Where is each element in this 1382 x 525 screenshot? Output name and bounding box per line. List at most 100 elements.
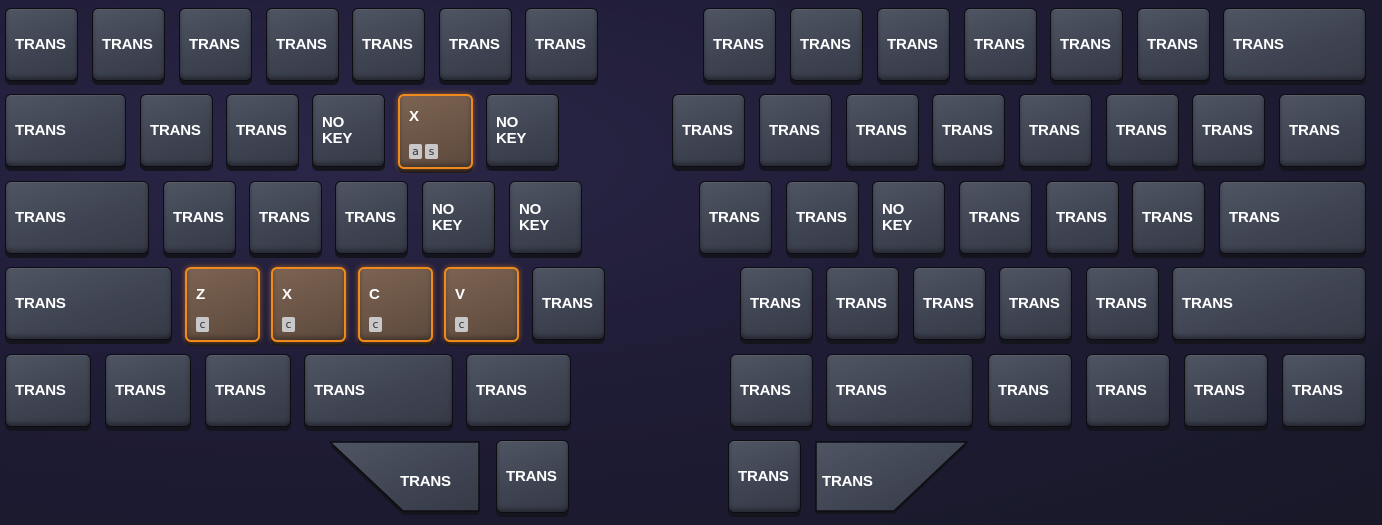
left-r5-key-1[interactable]: TRANS xyxy=(5,354,91,427)
left-r5-key-3[interactable]: TRANS xyxy=(205,354,291,427)
right-r2-key-4[interactable]: TRANS xyxy=(932,94,1005,167)
left-r1-key-1[interactable]: TRANS xyxy=(5,8,78,81)
right-r5-key-3[interactable]: TRANS xyxy=(988,354,1072,427)
right-r4-key-4[interactable]: TRANS xyxy=(999,267,1072,340)
left-r1-key-3[interactable]: TRANS xyxy=(179,8,252,81)
left-r1-key-2[interactable]: TRANS xyxy=(92,8,165,81)
key-label: TRANS xyxy=(1142,208,1193,226)
key-label: TRANS xyxy=(1096,381,1147,399)
right-r5-key-5[interactable]: TRANS xyxy=(1184,354,1268,427)
right-r1-key-2[interactable]: TRANS xyxy=(790,8,863,81)
left-r2-key-6[interactable]: NO KEY xyxy=(486,94,559,167)
right-r2-key-2[interactable]: TRANS xyxy=(759,94,832,167)
key-label: TRANS xyxy=(974,35,1025,53)
left-r3-key-1[interactable]: TRANS xyxy=(5,181,149,254)
key-label: TRANS xyxy=(189,35,240,53)
left-r3-key-2[interactable]: TRANS xyxy=(163,181,236,254)
left-r4-key-1[interactable]: TRANS xyxy=(5,267,172,340)
left-r4-key-x-highlighted[interactable]: X c xyxy=(271,267,346,342)
left-r2-key-x-highlighted[interactable]: X a s xyxy=(398,94,473,169)
key-label: TRANS xyxy=(150,121,201,139)
right-r4-key-5[interactable]: TRANS xyxy=(1086,267,1159,340)
right-r2-key-7[interactable]: TRANS xyxy=(1192,94,1265,167)
key-label: TRANS xyxy=(1182,294,1233,312)
right-r1-key-5[interactable]: TRANS xyxy=(1050,8,1123,81)
right-r4-key-6[interactable]: TRANS xyxy=(1172,267,1366,340)
right-r4-key-1[interactable]: TRANS xyxy=(740,267,813,340)
left-r3-key-3[interactable]: TRANS xyxy=(249,181,322,254)
key-sublabels: c xyxy=(282,317,295,332)
key-label: TRANS xyxy=(1233,35,1284,53)
right-r2-key-6[interactable]: TRANS xyxy=(1106,94,1179,167)
right-r2-key-5[interactable]: TRANS xyxy=(1019,94,1092,167)
right-r2-key-8[interactable]: TRANS xyxy=(1279,94,1366,167)
right-r3-key-7[interactable]: TRANS xyxy=(1219,181,1366,254)
left-thumb-trapezoid-key[interactable]: TRANS xyxy=(328,440,483,516)
right-r3-key-2[interactable]: TRANS xyxy=(786,181,859,254)
sublabel: c xyxy=(369,317,382,332)
key-label: C xyxy=(369,286,380,303)
left-r2-key-1[interactable]: TRANS xyxy=(5,94,126,167)
right-r4-key-3[interactable]: TRANS xyxy=(913,267,986,340)
right-r1-key-4[interactable]: TRANS xyxy=(964,8,1037,81)
key-sublabels: a s xyxy=(409,144,438,159)
key-label: TRANS xyxy=(15,121,66,139)
left-r1-key-4[interactable]: TRANS xyxy=(266,8,339,81)
key-label: TRANS xyxy=(800,35,851,53)
right-r2-key-3[interactable]: TRANS xyxy=(846,94,919,167)
right-r3-key-1[interactable]: TRANS xyxy=(699,181,772,254)
right-r5-key-1[interactable]: TRANS xyxy=(730,354,813,427)
right-r3-key-6[interactable]: TRANS xyxy=(1132,181,1205,254)
right-r2-key-1[interactable]: TRANS xyxy=(672,94,745,167)
key-sublabels: c xyxy=(196,317,209,332)
key-label: TRANS xyxy=(15,294,66,312)
key-label: X xyxy=(409,108,419,125)
right-r4-key-2[interactable]: TRANS xyxy=(826,267,899,340)
left-r2-key-4[interactable]: NO KEY xyxy=(312,94,385,167)
left-r2-key-3[interactable]: TRANS xyxy=(226,94,299,167)
key-label: TRANS xyxy=(345,208,396,226)
key-label: TRANS xyxy=(769,121,820,139)
left-r3-key-6[interactable]: NO KEY xyxy=(509,181,582,254)
right-r5-key-4[interactable]: TRANS xyxy=(1086,354,1170,427)
right-r1-key-1[interactable]: TRANS xyxy=(703,8,776,81)
key-label: TRANS xyxy=(15,381,66,399)
key-label: TRANS xyxy=(259,208,310,226)
left-r4-key-v-highlighted[interactable]: V c xyxy=(444,267,519,342)
left-r5-key-2[interactable]: TRANS xyxy=(105,354,191,427)
right-r3-key-3[interactable]: NO KEY xyxy=(872,181,945,254)
left-r1-key-5[interactable]: TRANS xyxy=(352,8,425,81)
left-r4-key-c-highlighted[interactable]: C c xyxy=(358,267,433,342)
right-r5-key-2[interactable]: TRANS xyxy=(826,354,973,427)
left-r5-key-5[interactable]: TRANS xyxy=(466,354,571,427)
right-r3-key-4[interactable]: TRANS xyxy=(959,181,1032,254)
key-label: TRANS xyxy=(115,381,166,399)
right-thumb-key-1[interactable]: TRANS xyxy=(728,440,801,513)
right-r1-key-7[interactable]: TRANS xyxy=(1223,8,1366,81)
left-r3-key-4[interactable]: TRANS xyxy=(335,181,408,254)
key-label: TRANS xyxy=(314,381,365,399)
left-r1-key-7[interactable]: TRANS xyxy=(525,8,598,81)
key-label: TRANS xyxy=(1194,381,1245,399)
left-r1-key-6[interactable]: TRANS xyxy=(439,8,512,81)
key-label: TRANS xyxy=(682,121,733,139)
key-label: TRANS xyxy=(506,467,557,485)
right-r1-key-6[interactable]: TRANS xyxy=(1137,8,1210,81)
key-label: TRANS xyxy=(1289,121,1340,139)
right-r3-key-5[interactable]: TRANS xyxy=(1046,181,1119,254)
left-r2-key-2[interactable]: TRANS xyxy=(140,94,213,167)
right-thumb-trapezoid-key[interactable]: TRANS xyxy=(814,440,969,516)
left-thumb-key-2[interactable]: TRANS xyxy=(496,440,569,513)
left-r5-key-4[interactable]: TRANS xyxy=(304,354,453,427)
left-r4-key-z-highlighted[interactable]: Z c xyxy=(185,267,260,342)
key-label: TRANS xyxy=(1229,208,1280,226)
key-label: NO KEY xyxy=(519,200,550,234)
key-label: TRANS xyxy=(836,294,887,312)
left-r4-key-6[interactable]: TRANS xyxy=(532,267,605,340)
right-r5-key-6[interactable]: TRANS xyxy=(1282,354,1366,427)
key-label: TRANS xyxy=(542,294,593,312)
left-r3-key-5[interactable]: NO KEY xyxy=(422,181,495,254)
right-r1-key-3[interactable]: TRANS xyxy=(877,8,950,81)
key-label: TRANS xyxy=(713,35,764,53)
key-label: TRANS xyxy=(1116,121,1167,139)
